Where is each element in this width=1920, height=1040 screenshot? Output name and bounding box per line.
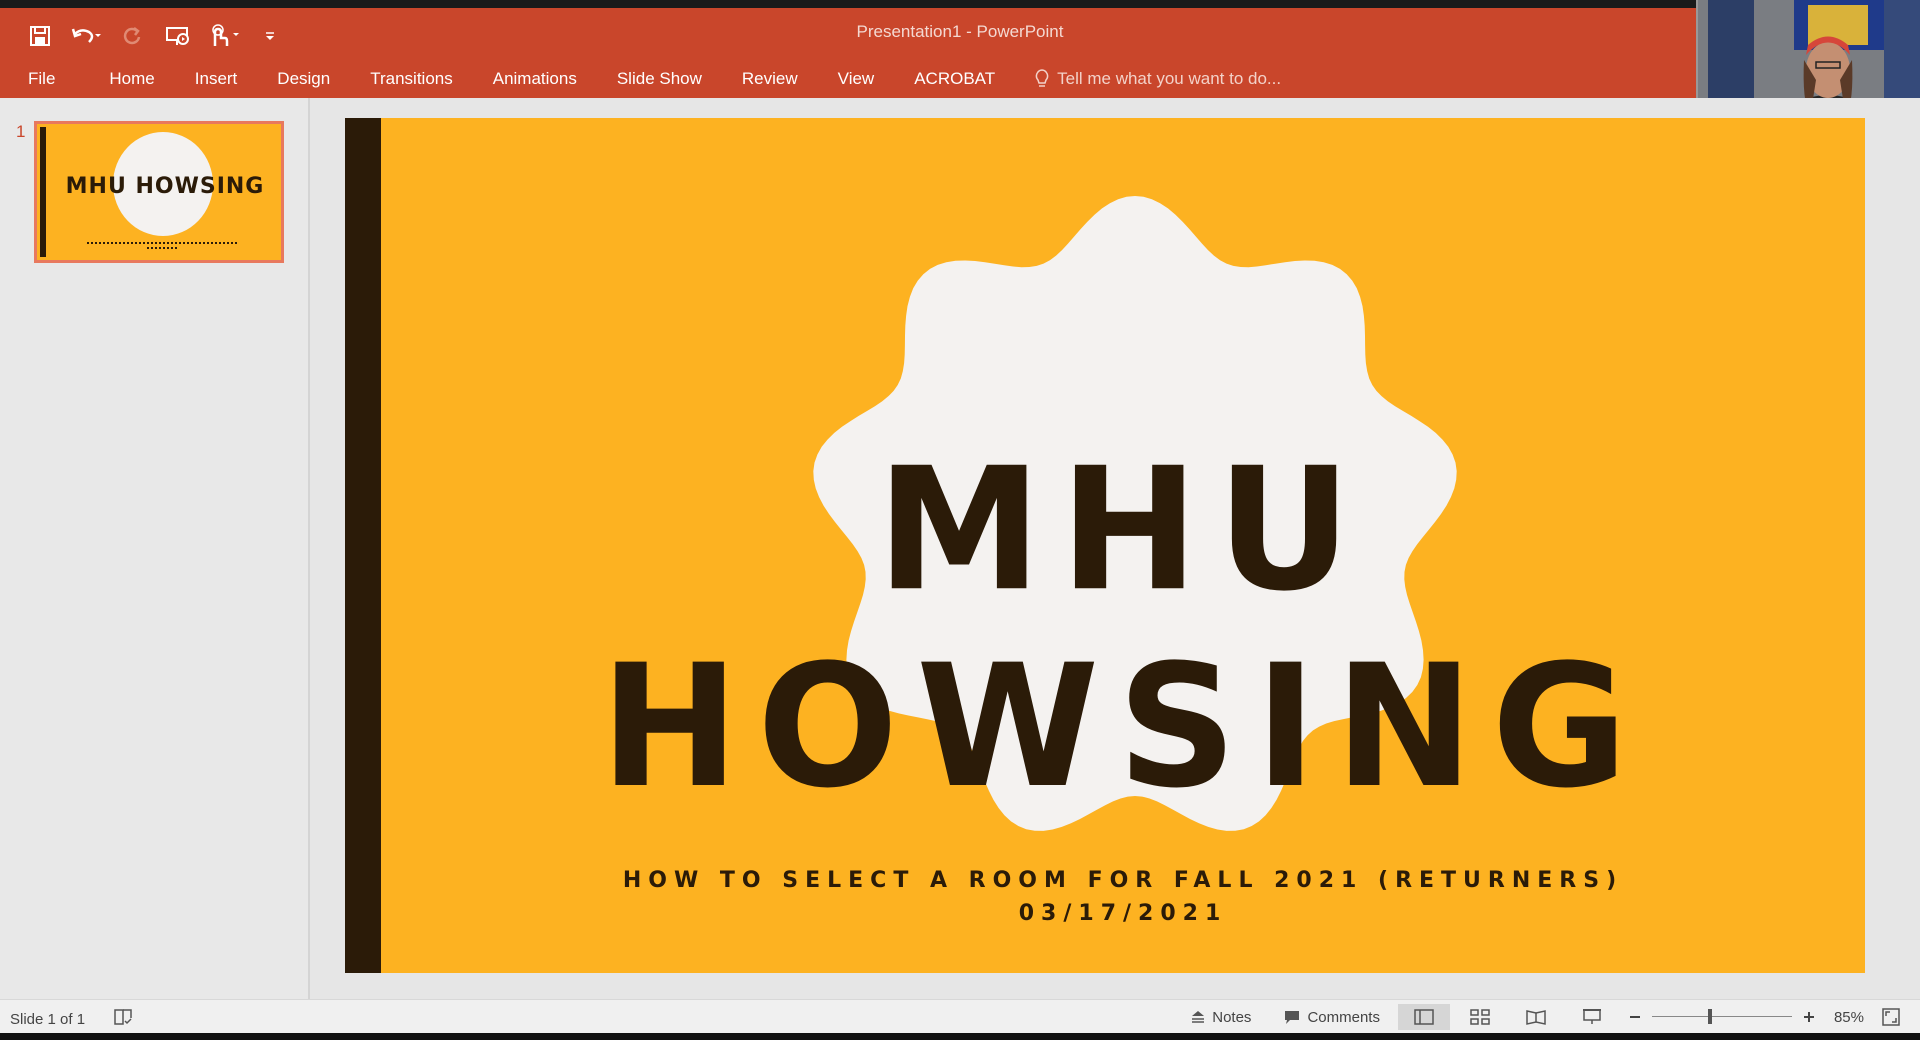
thumbnail-date-line — [147, 247, 177, 249]
tab-view[interactable]: View — [818, 60, 895, 98]
comment-icon — [1285, 1011, 1300, 1024]
slide-canvas[interactable]: MHU HOWSING HOW TO SELECT A ROOM FOR FAL… — [345, 118, 1865, 973]
zoom-out-button[interactable] — [1622, 1004, 1648, 1030]
slide-counter: Slide 1 of 1 — [10, 1010, 86, 1028]
notes-label: Notes — [1212, 1008, 1252, 1026]
reading-view-icon — [1526, 1010, 1546, 1025]
zoom-level[interactable]: 85% — [1826, 1009, 1872, 1026]
slide-thumbnail-pane: 1 MHU HOWSING — [0, 98, 310, 999]
tell-me-box[interactable]: Tell me what you want to do... — [1015, 69, 1281, 89]
status-right: Notes Comments 85% — [1176, 1004, 1906, 1030]
slide-show-button[interactable] — [1566, 1004, 1618, 1030]
zoom-in-button[interactable] — [1796, 1004, 1822, 1030]
normal-view-button[interactable] — [1397, 1004, 1450, 1030]
spelling-check-icon[interactable] — [113, 1008, 133, 1030]
fit-to-window-button[interactable] — [1876, 1004, 1906, 1030]
ribbon-tabs: File Home Insert Design Transitions Anim… — [0, 60, 1281, 98]
thumbnail-number: 1 — [16, 122, 26, 141]
tab-insert[interactable]: Insert — [175, 60, 258, 98]
tab-home[interactable]: Home — [89, 60, 174, 98]
tab-transitions[interactable]: Transitions — [350, 60, 473, 98]
tab-design[interactable]: Design — [257, 60, 350, 98]
bottom-border — [0, 1033, 1920, 1040]
slide-thumbnail[interactable]: MHU HOWSING — [34, 121, 284, 263]
comments-label: Comments — [1307, 1008, 1380, 1026]
normal-view-icon — [1414, 1009, 1434, 1025]
tab-file[interactable]: File — [0, 60, 89, 98]
top-border — [0, 0, 1920, 8]
status-bar: Slide 1 of 1 Notes Comments 85% — [0, 999, 1920, 1033]
minus-icon — [1629, 1016, 1640, 1018]
tab-slide-show[interactable]: Slide Show — [597, 60, 722, 98]
slide-accent-bar — [345, 118, 381, 973]
subtitle-line-2: 03/17/2021 — [1018, 901, 1228, 926]
notes-icon — [1192, 1011, 1205, 1023]
notes-button[interactable]: Notes — [1176, 1004, 1265, 1030]
fit-to-window-icon — [1882, 1008, 1900, 1026]
powerpoint-window: Presentation1 - PowerPoint File Home Ins… — [0, 0, 1920, 1040]
tell-me-text: Tell me what you want to do... — [1057, 69, 1282, 88]
zoom-thumb[interactable] — [1708, 1009, 1713, 1024]
zoom-slider[interactable] — [1651, 1004, 1792, 1030]
slide-show-icon — [1582, 1009, 1601, 1024]
thumbnail-subtitle-line — [87, 242, 237, 245]
lightbulb-icon — [1035, 69, 1049, 87]
plus-icon — [1803, 1012, 1814, 1022]
thumbnail-title: MHU HOWSING — [65, 174, 265, 199]
title-bar: Presentation1 - PowerPoint File Home Ins… — [0, 8, 1920, 98]
slide-title[interactable]: MHU HOWSING — [381, 432, 1865, 826]
tab-animations[interactable]: Animations — [473, 60, 597, 98]
reading-view-button[interactable] — [1510, 1004, 1562, 1030]
tab-review[interactable]: Review — [722, 60, 818, 98]
subtitle-line-1: HOW TO SELECT A ROOM FOR FALL 2021 (RETU… — [622, 868, 1624, 893]
tab-acrobat[interactable]: ACROBAT — [894, 60, 1015, 98]
slide-sorter-button[interactable] — [1454, 1004, 1506, 1030]
comments-button[interactable]: Comments — [1269, 1004, 1394, 1030]
slide-subtitle[interactable]: HOW TO SELECT A ROOM FOR FALL 2021 (RETU… — [381, 864, 1865, 930]
slide-sorter-icon — [1470, 1009, 1490, 1025]
window-title: Presentation1 - PowerPoint — [856, 22, 1064, 41]
status-left: Slide 1 of 1 — [10, 1008, 133, 1030]
zoom-track — [1651, 1016, 1792, 1017]
